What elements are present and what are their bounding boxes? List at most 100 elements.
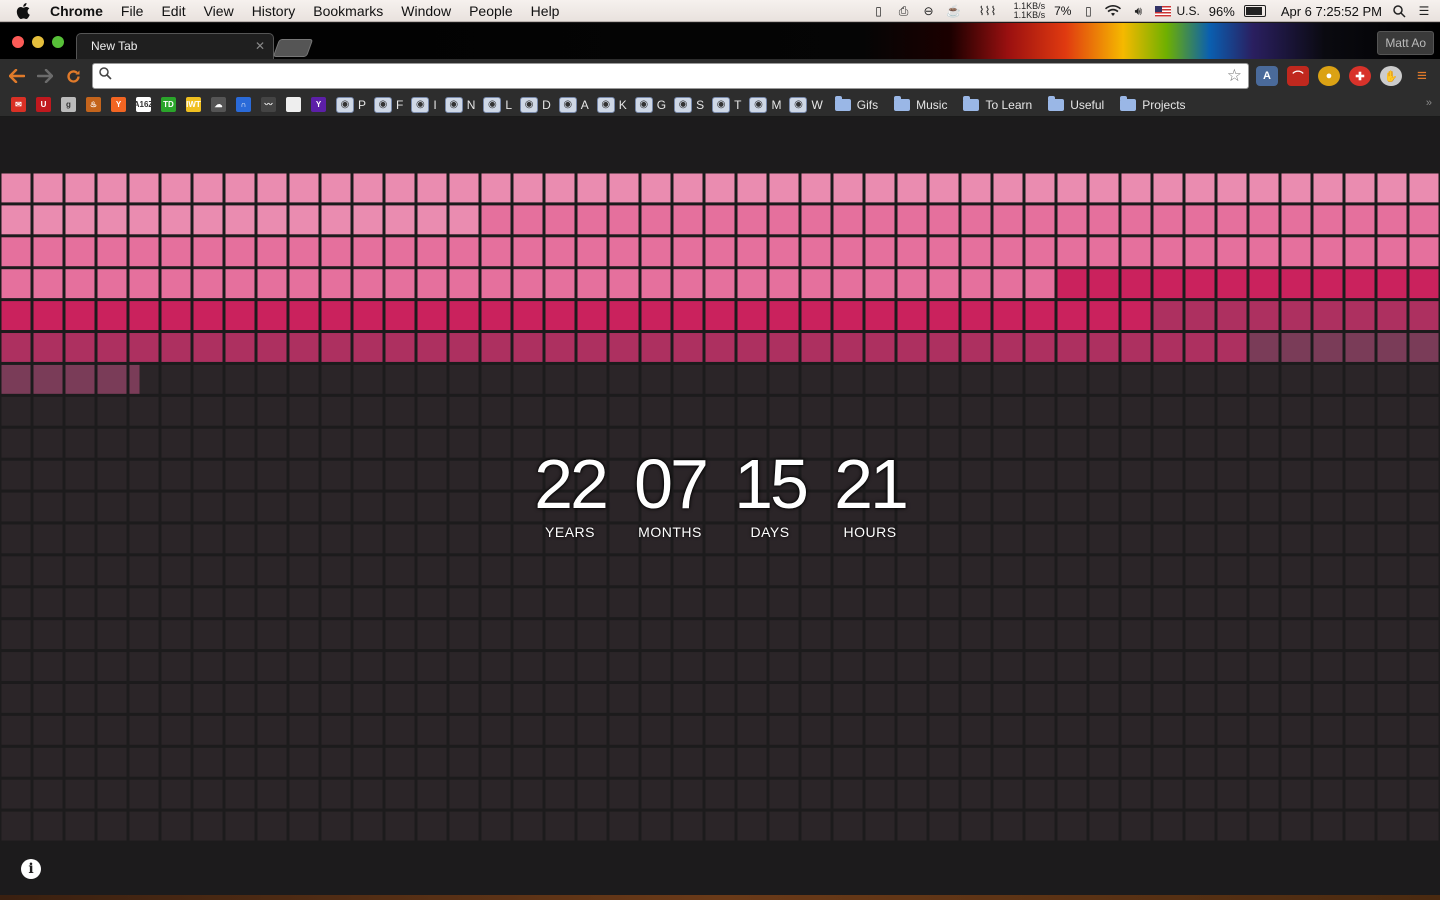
menu-edit[interactable]: Edit [152, 0, 194, 22]
bookmark-folder[interactable]: Useful [1040, 94, 1112, 116]
menu-people[interactable]: People [460, 0, 522, 22]
grid-cell [225, 396, 255, 426]
bookmark-item[interactable]: ∩ [232, 94, 257, 116]
menu-file[interactable]: File [112, 0, 153, 22]
network-speed[interactable]: 1.1KB/s 1.1KB/s [1014, 2, 1046, 20]
bookmark-item[interactable]: ✉ [7, 94, 32, 116]
profile-button[interactable]: Matt Ao [1377, 31, 1434, 55]
extension-translate-icon[interactable]: A [1256, 66, 1278, 86]
back-button[interactable] [6, 65, 28, 87]
window-zoom-button[interactable] [52, 36, 64, 48]
grid-cell [65, 715, 95, 745]
bookmark-item[interactable]: ◉ S [670, 94, 708, 116]
grid-cell [449, 173, 479, 203]
bookmark-item[interactable]: A16Z [132, 94, 157, 116]
extension-chrome-icon[interactable]: ● [1318, 66, 1340, 86]
bookmark-item[interactable]: ◉ A [555, 94, 593, 116]
grid-cell [769, 747, 799, 777]
tab-new-tab[interactable]: New Tab ✕ [76, 33, 274, 59]
window-minimize-button[interactable] [32, 36, 44, 48]
battery-icon[interactable] [1243, 5, 1266, 17]
volume-icon[interactable]: 🔊︎ [1130, 4, 1146, 18]
bookmark-item[interactable]: ◉ D [516, 94, 555, 116]
bookmark-item[interactable]: TD [157, 94, 182, 116]
grid-cell [513, 173, 543, 203]
grid-cell [865, 683, 895, 713]
no-entry-icon[interactable]: ⊖ [921, 4, 937, 18]
window-close-button[interactable] [12, 36, 24, 48]
grid-cell [65, 205, 95, 235]
apple-menu-icon[interactable] [14, 0, 32, 22]
bookmark-folder[interactable]: Music [886, 94, 955, 116]
phone-outline-icon[interactable]: ▯ [1080, 4, 1096, 18]
notification-center-icon[interactable]: ☰ [1416, 4, 1432, 18]
document-icon[interactable]: ⎙ [896, 4, 912, 18]
forward-button[interactable] [34, 65, 56, 87]
phone-icon[interactable]: ▯ [871, 4, 887, 18]
wifi-icon[interactable] [1105, 4, 1122, 18]
cpu-usage[interactable]: 7% [1054, 4, 1071, 18]
grid-cell [1, 237, 31, 267]
menu-app-chrome[interactable]: Chrome [46, 0, 112, 22]
bookmark-item[interactable]: ◉ I [407, 94, 440, 116]
input-source[interactable]: U.S. [1176, 4, 1199, 18]
bookmark-folder[interactable]: To Learn [955, 94, 1040, 116]
bookmark-item[interactable]: ◉ N [441, 94, 480, 116]
bookmark-item[interactable]: ♨ [82, 94, 107, 116]
bookmark-item[interactable]: IWT [182, 94, 207, 116]
activity-graph-icon[interactable]: ⌇⌇⌇ [971, 4, 1005, 18]
menu-window[interactable]: Window [392, 0, 460, 22]
grid-cell [65, 396, 95, 426]
bookmark-star-icon[interactable]: ☆ [1227, 66, 1242, 86]
bookmark-item[interactable]: ◉ G [631, 94, 670, 116]
grid-cell [1, 652, 31, 681]
bookmark-item[interactable]: Y [307, 94, 332, 116]
bookmark-item[interactable] [282, 94, 307, 116]
us-flag-icon[interactable] [1155, 5, 1172, 17]
spotlight-search-icon[interactable] [1391, 4, 1407, 18]
battery-percent[interactable]: 96% [1209, 4, 1235, 19]
menu-view[interactable]: View [195, 0, 243, 22]
menu-history[interactable]: History [243, 0, 305, 22]
address-input[interactable] [119, 66, 1213, 88]
bookmark-item[interactable]: ◉ T [708, 94, 745, 116]
bookmark-item[interactable]: Y [107, 94, 132, 116]
grid-cell [97, 237, 127, 267]
chrome-menu-icon[interactable]: ≡ [1411, 66, 1433, 86]
bookmark-item[interactable]: ◉ L [479, 94, 516, 116]
omnibox[interactable]: ☆ [92, 63, 1249, 89]
tab-close-icon[interactable]: ✕ [255, 34, 265, 58]
grid-cell [929, 269, 959, 299]
bookmark-item[interactable]: 〰 [257, 94, 282, 116]
bookmarks-overflow-icon[interactable]: » [1426, 97, 1432, 109]
clock[interactable]: Apr 6 7:25:52 PM [1281, 4, 1382, 19]
bookmark-folder[interactable]: Gifs [827, 94, 886, 116]
bookmark-folder[interactable]: Projects [1112, 94, 1193, 116]
grid-cell [321, 205, 351, 235]
bookmark-item[interactable]: g [57, 94, 82, 116]
bookmark-item[interactable]: U [32, 94, 57, 116]
bookmark-item[interactable]: ◉ F [370, 94, 407, 116]
bookmark-item[interactable]: ◉ M [745, 94, 785, 116]
grid-cell [1, 811, 31, 841]
tab-title: New Tab [91, 39, 138, 53]
grid-cell [353, 556, 383, 586]
bookmark-item[interactable]: ◉ P [332, 94, 370, 116]
caffeine-icon[interactable]: ☕ [946, 4, 962, 18]
reload-button[interactable] [62, 65, 84, 87]
extension-hand-icon[interactable]: ✋ [1380, 66, 1402, 86]
grid-cell [801, 205, 831, 235]
menu-bookmarks[interactable]: Bookmarks [304, 0, 392, 22]
bookmark-item[interactable]: ◉ K [593, 94, 631, 116]
menu-help[interactable]: Help [522, 0, 569, 22]
info-icon[interactable]: i [21, 859, 41, 879]
extension-hat-icon[interactable]: ⌒ [1287, 66, 1309, 86]
new-tab-button[interactable] [272, 39, 314, 57]
bookmark-item[interactable]: ◉ W [785, 94, 826, 116]
grid-cell [833, 396, 863, 426]
grid-cell [65, 333, 95, 362]
extension-shield-icon[interactable]: ✚ [1349, 66, 1371, 86]
grid-cell [705, 779, 735, 809]
bookmark-item[interactable]: ☁ [207, 94, 232, 116]
grid-cell [1313, 811, 1343, 841]
